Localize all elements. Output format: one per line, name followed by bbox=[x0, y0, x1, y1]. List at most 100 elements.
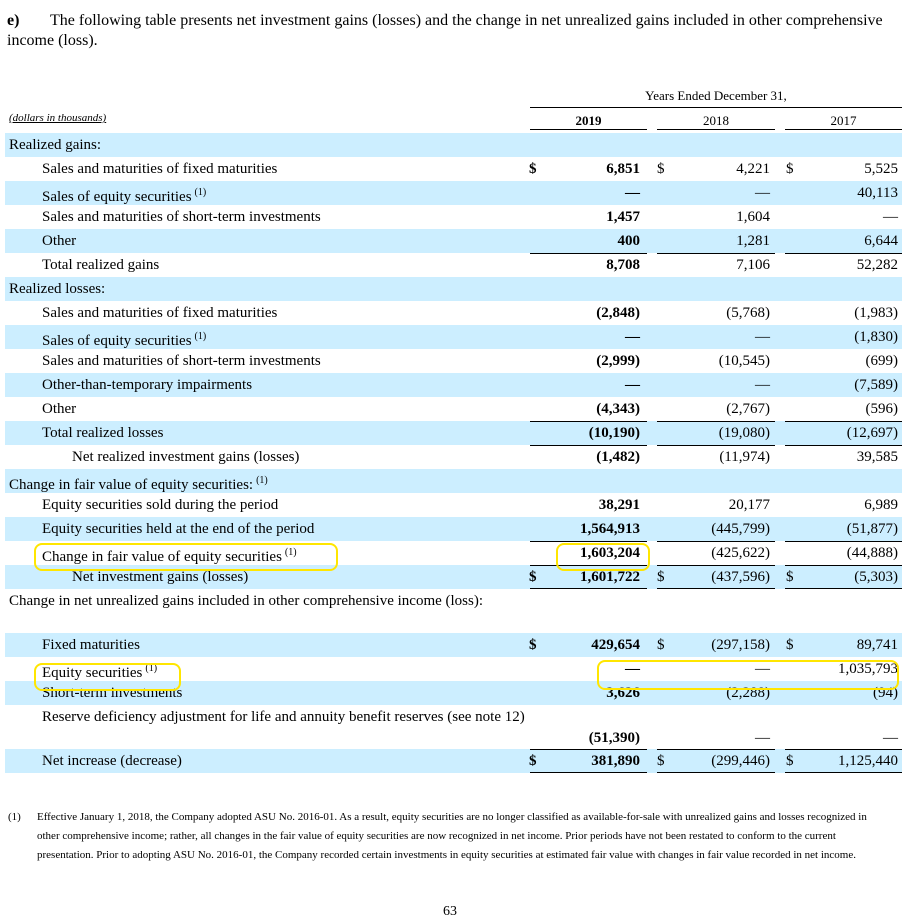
table-row: Total realized losses (10,190) (19,080) (12… bbox=[5, 421, 902, 445]
subtotal-rule bbox=[657, 565, 775, 566]
row-label: Other-than-temporary impairments bbox=[42, 377, 253, 393]
value-cell-2018: (437,596) bbox=[711, 569, 770, 585]
subtotal-rule bbox=[785, 421, 902, 422]
currency-symbol: $ bbox=[657, 753, 665, 769]
value-cell-2017: (596) bbox=[865, 401, 899, 417]
table-row: Realized losses: bbox=[5, 277, 902, 301]
row-label: Equity securities sold during the period bbox=[42, 497, 279, 513]
row-label: Sales and maturities of short-term inves… bbox=[42, 353, 321, 369]
value-cell-2018: — bbox=[755, 185, 770, 201]
table-row: Equity securities sold during the period… bbox=[5, 493, 902, 517]
value-cell-2019: 38,291 bbox=[598, 497, 640, 513]
value-cell-2019: — bbox=[625, 329, 640, 345]
value-cell-2018: — bbox=[755, 329, 770, 345]
subtotal-rule bbox=[785, 749, 902, 750]
subtotal-rule bbox=[530, 445, 647, 446]
value-cell-2019: 1,457 bbox=[606, 209, 640, 225]
row-label: Other bbox=[42, 401, 77, 417]
currency-symbol: $ bbox=[529, 637, 537, 653]
row-label: Total realized gains bbox=[42, 257, 160, 273]
value-cell-2017: 52,282 bbox=[856, 257, 898, 273]
row-label: Realized losses: bbox=[9, 281, 106, 297]
value-cell-2017: 39,585 bbox=[856, 449, 898, 465]
value-cell-2017: (7,589) bbox=[854, 377, 898, 393]
subtotal-rule bbox=[530, 253, 647, 254]
subtotal-rule bbox=[530, 749, 647, 750]
currency-symbol: $ bbox=[786, 569, 794, 585]
value-cell-2019: (1,482) bbox=[596, 449, 640, 465]
row-label: Change in fair value of equity securitie… bbox=[9, 475, 268, 493]
value-cell-2017: 6,989 bbox=[864, 497, 898, 513]
row-label: Change in net unrealized gains included … bbox=[9, 593, 484, 609]
table-row: Change in fair value of equity securitie… bbox=[5, 469, 902, 493]
table-row: Equity securities held at the end of the… bbox=[5, 517, 902, 541]
value-cell-2018: 20,177 bbox=[728, 497, 770, 513]
year-rule bbox=[657, 129, 775, 130]
value-cell-2017: 40,113 bbox=[857, 185, 898, 201]
value-cell-2017: 1,125,440 bbox=[838, 753, 898, 769]
value-cell-2018: 1,281 bbox=[736, 233, 770, 249]
footnote-ref: (1) bbox=[194, 187, 207, 198]
table-row: Fixed maturities $ $ $429,654 (297,158) 89,74… bbox=[5, 633, 902, 657]
value-cell-2019: 6,851 bbox=[606, 161, 640, 177]
currency-symbol: $ bbox=[657, 161, 665, 177]
value-cell-2019: 400 bbox=[617, 233, 641, 249]
table-row: Total realized gains 8,708 7,106 52,282 bbox=[5, 253, 902, 277]
period-header: Years Ended December 31, bbox=[645, 88, 787, 103]
value-cell-2018: — bbox=[755, 377, 770, 393]
currency-symbol: $ bbox=[786, 637, 794, 653]
value-cell-2017: (44,888) bbox=[846, 545, 898, 561]
value-cell-2018: 1,604 bbox=[736, 209, 770, 225]
highlight-box bbox=[597, 660, 899, 690]
table-row: Sales and maturities of fixed maturities… bbox=[5, 157, 902, 181]
footnote-marker: (1) bbox=[8, 811, 21, 823]
row-label: Sales of equity securities (1) bbox=[42, 187, 207, 205]
total-rule bbox=[785, 772, 902, 773]
currency-symbol: $ bbox=[786, 753, 794, 769]
highlight-box bbox=[34, 663, 181, 691]
subtotal-rule bbox=[530, 541, 647, 542]
value-cell-2018: (19,080) bbox=[718, 425, 770, 441]
value-cell-2017: 89,741 bbox=[856, 637, 898, 653]
subtotal-rule bbox=[785, 253, 902, 254]
value-cell-2018: (5,768) bbox=[726, 305, 770, 321]
footnote-text: Effective January 1, 2018, the Company a… bbox=[37, 811, 867, 861]
section-label: e) bbox=[7, 12, 20, 29]
table-row: Other 400 1,281 6,644 bbox=[5, 229, 902, 253]
footnote-ref: (1) bbox=[194, 331, 207, 342]
value-cell-2018: (2,767) bbox=[726, 401, 770, 417]
value-cell-2017: (1,983) bbox=[854, 305, 898, 321]
header-rule bbox=[530, 107, 902, 108]
row-label: Other bbox=[42, 233, 77, 249]
value-cell-2019: (4,343) bbox=[596, 401, 640, 417]
row-label: Equity securities held at the end of the… bbox=[42, 521, 315, 537]
column-headers: (dollars in thousands) 2019 2018 2017 bbox=[5, 112, 902, 134]
value-cell-2019: — bbox=[625, 185, 640, 201]
value-cell-2019: 8,708 bbox=[606, 257, 640, 273]
currency-symbol: $ bbox=[529, 161, 537, 177]
table-row: Change in net unrealized gains included … bbox=[5, 589, 902, 633]
row-label: Fixed maturities bbox=[42, 637, 140, 653]
year-rule bbox=[530, 129, 647, 130]
value-cell-2019: 1,564,913 bbox=[580, 521, 640, 537]
page-number: 63 bbox=[443, 904, 457, 919]
subtotal-rule bbox=[785, 541, 902, 542]
subtotal-rule bbox=[785, 445, 902, 446]
row-label: Realized gains: bbox=[9, 137, 102, 153]
value-cell-2019: 381,890 bbox=[591, 753, 640, 769]
year-header-2019: 2019 bbox=[575, 113, 602, 128]
value-cell-2019: (2,999) bbox=[596, 353, 640, 369]
value-cell-2017: — bbox=[883, 730, 898, 746]
table-row: Realized gains: bbox=[5, 133, 902, 157]
year-rule bbox=[785, 129, 902, 130]
value-cell-2017: 6,644 bbox=[864, 233, 898, 249]
row-label: Sales and maturities of short-term inves… bbox=[42, 209, 321, 225]
row-label: Sales and maturities of fixed maturities bbox=[42, 161, 278, 177]
currency-symbol: $ bbox=[529, 569, 537, 585]
table-row: Sales of equity securities (1) — — (1,830) bbox=[5, 325, 902, 349]
value-cell-2017: (699) bbox=[865, 353, 899, 369]
currency-symbol: $ bbox=[786, 161, 794, 177]
table-row: Other-than-temporary impairments — — (7,589… bbox=[5, 373, 902, 397]
value-cell-2018: (425,622) bbox=[711, 545, 770, 561]
value-cell-2019: (51,390) bbox=[588, 730, 640, 746]
